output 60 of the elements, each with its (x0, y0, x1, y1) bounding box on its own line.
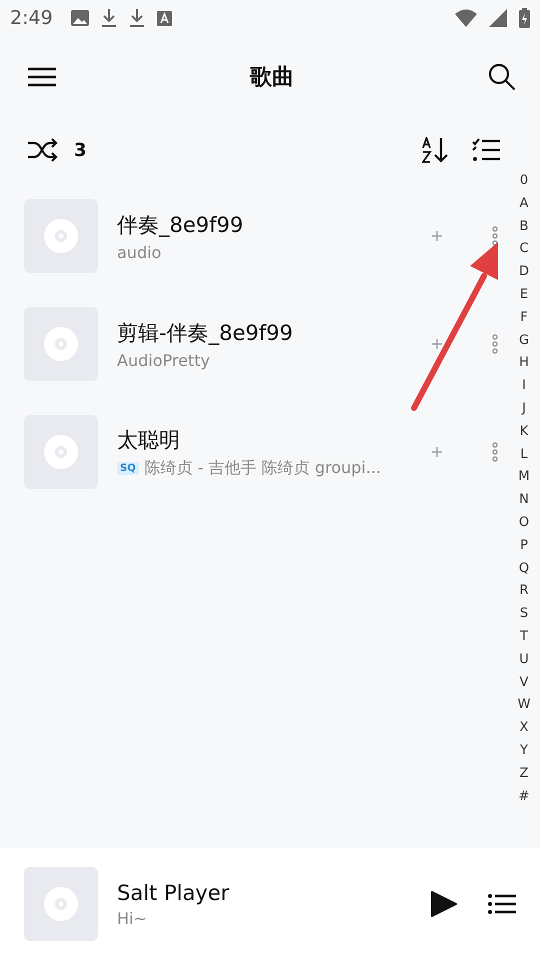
index-letter[interactable]: W (518, 694, 530, 718)
wifi-icon (455, 9, 477, 27)
download-icon (128, 9, 145, 27)
index-letter[interactable]: V (520, 672, 528, 694)
signal-icon (489, 9, 507, 27)
multi-select-button[interactable] (472, 138, 500, 162)
index-letter[interactable]: A (520, 192, 528, 216)
status-time: 2:49 (10, 7, 53, 29)
playlist-button[interactable] (488, 894, 516, 914)
index-letter[interactable]: L (520, 444, 528, 466)
image-icon (70, 10, 89, 26)
index-letter[interactable]: J (522, 398, 526, 421)
index-letter[interactable]: D (518, 261, 529, 284)
download-icon (100, 9, 117, 27)
song-title: 太聪明 (117, 426, 181, 454)
index-letter[interactable]: U (519, 648, 529, 672)
index-letter[interactable]: Y (520, 740, 528, 763)
song-row[interactable]: 太聪明 SQ 陈绮贞 - 吉他手 陈绮贞 groupi... (0, 398, 512, 506)
song-artist: audio (117, 242, 162, 262)
index-letter[interactable]: Q (518, 558, 530, 580)
player-subtitle: Hi~ (117, 908, 148, 928)
song-title: 剪辑-伴奏_8e9f99 (117, 320, 294, 346)
player-title: Salt Player (117, 880, 230, 904)
index-letter[interactable]: O (518, 512, 530, 535)
index-letter[interactable]: P (520, 534, 528, 558)
battery-icon (519, 8, 530, 28)
index-letter[interactable]: S (520, 603, 528, 626)
index-letter[interactable]: N (519, 489, 529, 512)
index-letter[interactable]: E (520, 284, 528, 307)
search-button[interactable] (488, 63, 516, 91)
quality-badge: SQ (117, 462, 139, 474)
index-letter[interactable]: # (518, 786, 530, 808)
index-letter[interactable]: Z (520, 762, 528, 786)
index-letter[interactable]: R (519, 580, 529, 604)
index-letter[interactable]: B (520, 216, 528, 238)
shuffle-button[interactable] (28, 138, 58, 162)
song-artist: AudioPretty (117, 350, 210, 370)
song-count: 3 (74, 140, 87, 160)
index-letter[interactable]: F (520, 306, 528, 330)
keyboard-icon (156, 10, 172, 26)
index-letter[interactable]: 0 (520, 170, 528, 193)
more-button[interactable] (492, 442, 498, 462)
index-letter[interactable]: K (520, 420, 528, 444)
song-row[interactable]: 剪辑-伴奏_8e9f99 AudioPretty (0, 290, 512, 398)
song-row[interactable]: 伴奏_8e9f99 audio (0, 182, 512, 290)
index-letter[interactable]: M (518, 466, 530, 490)
menu-button[interactable] (28, 67, 56, 87)
index-letter[interactable]: X (520, 717, 528, 740)
page-title: 歌曲 (250, 64, 294, 92)
index-letter[interactable]: I (522, 375, 526, 398)
index-letter[interactable]: H (519, 352, 529, 376)
index-letter[interactable]: G (518, 330, 530, 352)
more-button[interactable] (492, 334, 498, 354)
index-letter[interactable]: C (519, 238, 529, 262)
play-button[interactable] (430, 890, 458, 918)
song-artist: 陈绮贞 - 吉他手 陈绮贞 groupi... (144, 458, 381, 478)
index-letter[interactable]: T (520, 626, 528, 649)
more-button[interactable] (492, 226, 498, 246)
song-title: 伴奏_8e9f99 (117, 212, 244, 238)
sort-button[interactable] (422, 137, 450, 163)
